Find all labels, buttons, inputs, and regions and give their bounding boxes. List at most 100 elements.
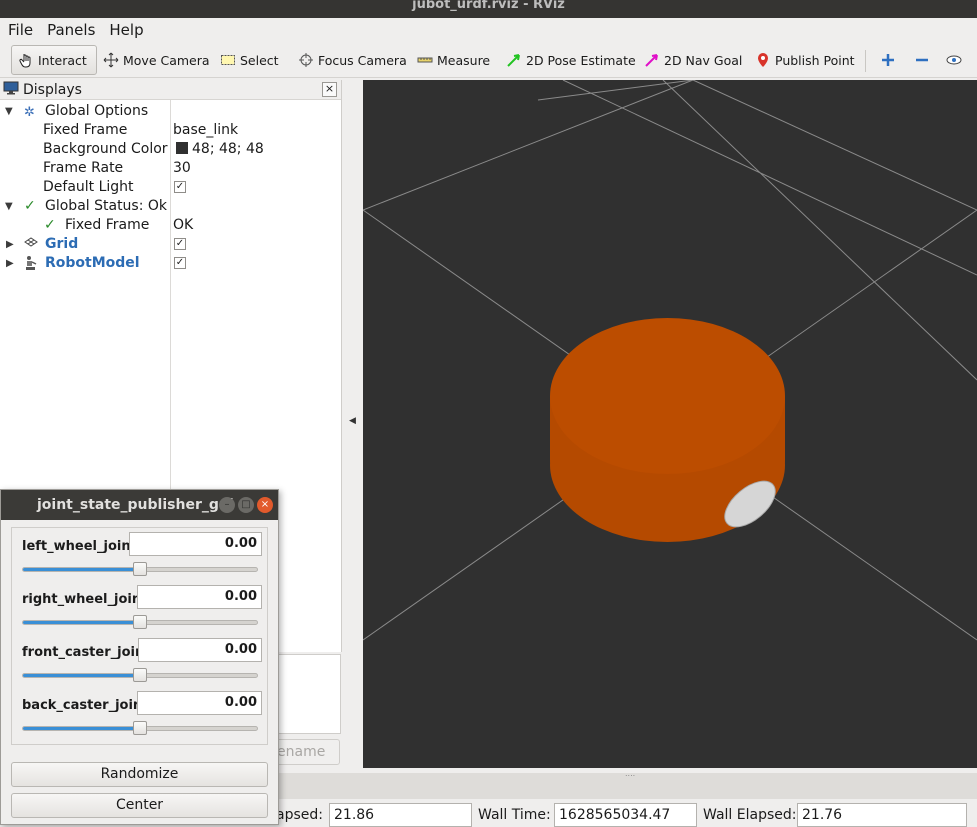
maximize-icon[interactable]: □ (238, 497, 254, 513)
focus-camera-tool-button[interactable]: Focus Camera (292, 45, 413, 75)
measure-tool-button[interactable]: Measure (411, 45, 496, 75)
render-viewport[interactable] (363, 80, 977, 768)
add-tool-button[interactable] (874, 45, 906, 75)
joint-name: left_wheel_joint (22, 539, 137, 554)
crosshair-icon (298, 52, 314, 68)
close-panel-button[interactable]: × (322, 82, 337, 97)
joint-slider[interactable] (22, 615, 258, 629)
wall-elapsed-label: Wall Elapsed: (703, 807, 797, 823)
interact-label: Interact (38, 52, 87, 68)
expand-right-arrow-icon[interactable]: ▶ (6, 235, 16, 254)
joint-slider[interactable] (22, 721, 258, 735)
monitor-icon (3, 80, 19, 100)
menu-bar: File Panels Help (0, 18, 977, 42)
menu-file[interactable]: File (0, 18, 39, 42)
displays-title: Displays (23, 81, 82, 98)
joint-slider-fill (23, 727, 140, 730)
tree-row-global-status[interactable]: ▼ ✓ Global Status: Ok (0, 197, 342, 216)
expand-down-arrow-icon[interactable]: ▼ (5, 197, 15, 216)
grid-checkbox[interactable]: ✓ (174, 235, 186, 254)
robot-model-checkbox[interactable]: ✓ (174, 254, 186, 273)
tree-row-frame-rate[interactable]: Frame Rate 30 (0, 159, 342, 178)
displays-panel-header: Displays × (0, 80, 341, 100)
pose-estimate-label: 2D Pose Estimate (526, 52, 636, 68)
tree-row-default-light[interactable]: Default Light ✓ (0, 178, 342, 197)
global-options-label: Global Options (45, 103, 149, 119)
frame-rate-value[interactable]: 30 (173, 159, 191, 178)
menu-help[interactable]: Help (101, 18, 149, 42)
ros-elapsed-field[interactable]: 21.86 (329, 803, 472, 827)
joint-slider-handle[interactable] (133, 721, 147, 735)
displays-tree: ▼ ✲ Global Options Fixed Frame base_link… (0, 102, 342, 273)
nav-goal-label: 2D Nav Goal (664, 52, 743, 68)
select-label: Select (240, 52, 279, 68)
minimize-icon[interactable]: – (219, 497, 235, 513)
wall-time-label: Wall Time: (478, 807, 551, 823)
color-swatch (176, 142, 188, 154)
joint-state-publisher-window: joint_state_publisher_gui – □ × left_whe… (0, 489, 279, 825)
default-light-checkbox[interactable]: ✓ (174, 178, 186, 197)
checkmark-icon: ✓ (174, 238, 186, 250)
pose-estimate-tool-button[interactable]: 2D Pose Estimate (500, 45, 642, 75)
tree-row-robot-model[interactable]: ▶ RobotModel ✓ (0, 254, 342, 273)
joint-value-field[interactable]: 0.00 (137, 691, 262, 715)
background-color-value[interactable]: 48; 48; 48 (173, 140, 264, 159)
global-status-label: Global Status: Ok (45, 198, 168, 214)
fixed-frame-label: Fixed Frame (43, 122, 128, 138)
wall-elapsed-field[interactable]: 21.76 (797, 803, 967, 827)
move-camera-tool-button[interactable]: Move Camera (97, 45, 216, 75)
focus-camera-label: Focus Camera (318, 52, 407, 68)
publish-point-tool-button[interactable]: Publish Point (749, 45, 861, 75)
wall-time-field[interactable]: 1628565034.47 (554, 803, 697, 827)
publish-point-label: Publish Point (775, 52, 855, 68)
status-fixed-frame-label: Fixed Frame (65, 217, 150, 233)
close-icon[interactable]: × (257, 497, 273, 513)
tree-row-grid[interactable]: ▶ Grid ✓ (0, 235, 342, 254)
rename-button[interactable]: ename (270, 739, 340, 765)
tree-row-global-options[interactable]: ▼ ✲ Global Options (0, 102, 342, 121)
randomize-button[interactable]: Randomize (11, 762, 268, 787)
jsp-title-bar[interactable]: joint_state_publisher_gui (1, 490, 278, 520)
checkmark-icon: ✓ (174, 257, 186, 269)
robot-base-top (550, 318, 785, 474)
joint-value-field[interactable]: 0.00 (138, 638, 262, 662)
status-ok-icon: ✓ (44, 217, 56, 233)
tree-row-status-fixed-frame[interactable]: ✓ Fixed Frame OK (0, 216, 342, 235)
joint-slider-handle[interactable] (133, 615, 147, 629)
joint-slider[interactable] (22, 668, 258, 682)
joint-slider[interactable] (22, 562, 258, 576)
background-color-text: 48; 48; 48 (192, 141, 264, 157)
joint-slider-handle[interactable] (133, 562, 147, 576)
joint-row: right_wheel_joint 0.00 (22, 584, 262, 634)
joint-name: back_caster_joint (22, 698, 149, 713)
frame-rate-label: Frame Rate (43, 160, 124, 176)
menu-panels[interactable]: Panels (39, 18, 101, 42)
joint-value-field[interactable]: 0.00 (129, 532, 262, 556)
grid-icon (24, 235, 38, 255)
description-panel (278, 654, 341, 734)
jsp-title: joint_state_publisher_gui (37, 497, 234, 513)
expand-right-arrow-icon[interactable]: ▶ (6, 254, 16, 273)
toolbar-separator (865, 50, 866, 72)
joint-sliders-group: left_wheel_joint 0.00 right_wheel_joint … (11, 527, 268, 745)
resize-grip-icon[interactable]: .... (625, 769, 635, 778)
interact-tool-button[interactable]: Interact (11, 45, 97, 75)
center-button[interactable]: Center (11, 793, 268, 818)
fixed-frame-value[interactable]: base_link (173, 121, 238, 140)
joint-slider-handle[interactable] (133, 668, 147, 682)
tree-row-fixed-frame[interactable]: Fixed Frame base_link (0, 121, 342, 140)
expand-down-arrow-icon[interactable]: ▼ (5, 102, 15, 121)
tool-bar: Interact Move Camera Select Focus Camera… (0, 42, 977, 78)
select-tool-button[interactable]: Select (214, 45, 285, 75)
eye-icon (946, 52, 962, 68)
tool-properties-button[interactable] (940, 45, 972, 75)
panel-splitter[interactable]: ◀ (342, 80, 362, 768)
joint-value-field[interactable]: 0.00 (137, 585, 262, 609)
minus-icon (914, 52, 930, 68)
tree-row-background-color[interactable]: Background Color 48; 48; 48 (0, 140, 342, 159)
default-light-label: Default Light (43, 179, 134, 195)
remove-tool-button[interactable] (908, 45, 940, 75)
status-ok-icon: ✓ (24, 198, 36, 214)
collapse-left-arrow-icon[interactable]: ◀ (349, 416, 356, 426)
nav-goal-tool-button[interactable]: 2D Nav Goal (638, 45, 748, 75)
